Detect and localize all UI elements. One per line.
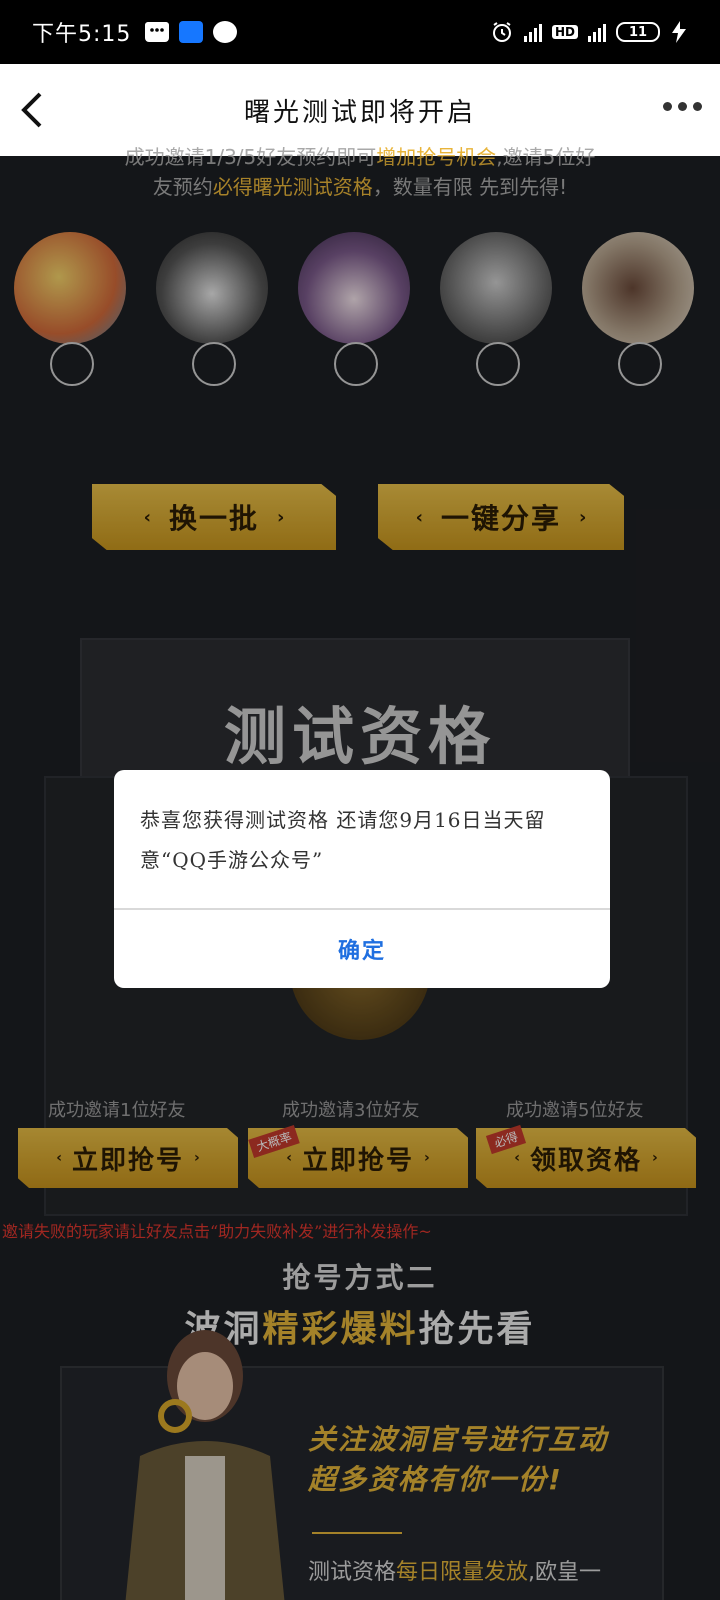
- page-title: 曙光测试即将开启: [243, 97, 476, 128]
- status-bar: 下午5:15 HD 11: [0, 0, 720, 64]
- battery-icon: 11: [616, 22, 660, 42]
- more-menu-icon[interactable]: [663, 102, 702, 111]
- alipay-icon: [179, 21, 204, 43]
- qualification-dialog: 恭喜您获得测试资格 还请您9月16日当天留意“QQ手游公众号” 确定: [114, 770, 610, 988]
- app-icon: [213, 21, 238, 43]
- dialog-message: 恭喜您获得测试资格 还请您9月16日当天留意“QQ手游公众号”: [140, 808, 546, 872]
- message-icon: [145, 22, 170, 42]
- battery-level: 11: [628, 24, 648, 40]
- notification-icons: [145, 21, 238, 43]
- hd-icon: HD: [551, 25, 578, 39]
- status-right: HD 11: [490, 20, 688, 44]
- screen: 下午5:15 HD 11 曙光测试即将开启 成功邀请1/3/5好友预约即可增加抢…: [0, 0, 720, 1600]
- signal-icon-2: [588, 22, 606, 42]
- confirm-button[interactable]: 确定: [114, 910, 610, 988]
- status-time: 下午5:15: [32, 22, 132, 47]
- signal-icon-1: [523, 22, 542, 42]
- back-arrow-icon[interactable]: [14, 88, 54, 132]
- charging-icon: [672, 21, 686, 43]
- alarm-icon: [492, 22, 511, 42]
